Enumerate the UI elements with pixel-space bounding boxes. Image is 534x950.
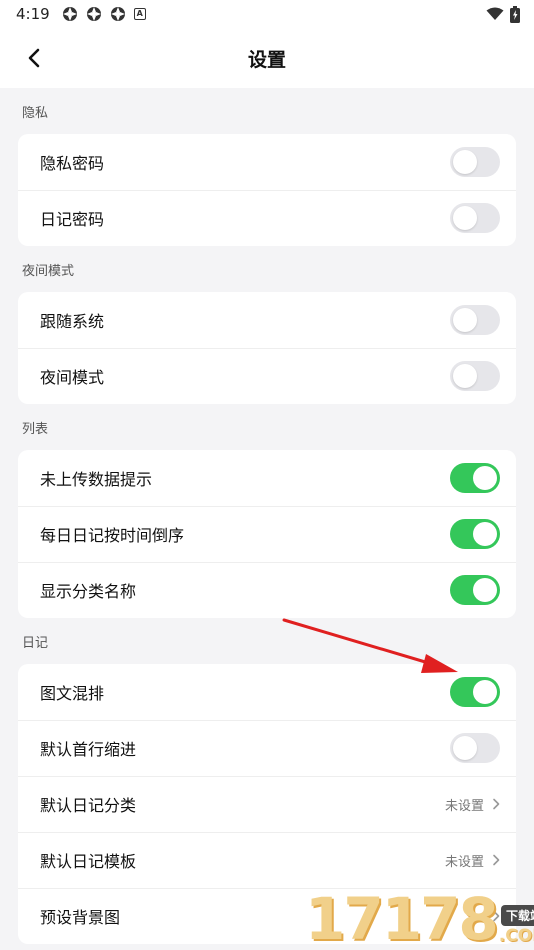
follow-system-toggle[interactable] (450, 305, 500, 335)
unsynced-hint-toggle[interactable] (450, 463, 500, 493)
setting-label: 每日日记按时间倒序 (40, 526, 185, 545)
app-header: 设置 (0, 28, 534, 88)
section-title-privacy: 隐私 (22, 105, 49, 121)
status-bar-right (486, 5, 520, 23)
setting-label: 日记密码 (40, 210, 105, 229)
watermark-domain: .COM (498, 926, 534, 946)
watermark-right: 下载站 .COM (499, 905, 534, 946)
first-line-indent-toggle[interactable] (450, 733, 500, 763)
toggle-knob (473, 522, 497, 546)
setting-label: 夜间模式 (40, 368, 105, 387)
setting-label: 隐私密码 (40, 154, 105, 173)
app-notification-icon (86, 7, 101, 21)
a-icon: A (133, 8, 146, 20)
toggle-knob (453, 206, 477, 230)
setting-row-first-line-indent: 默认首行缩进 (18, 720, 516, 776)
setting-row-show-category: 显示分类名称 (18, 562, 516, 618)
toggle-knob (473, 578, 497, 602)
card-night: 跟随系统 夜间模式 (18, 292, 516, 404)
setting-label: 显示分类名称 (40, 582, 137, 601)
toggle-knob (473, 466, 497, 490)
toggle-knob (453, 150, 477, 174)
chevron-left-icon (28, 48, 40, 68)
setting-row-reverse-order: 每日日记按时间倒序 (18, 506, 516, 562)
default-category-value[interactable]: 未设置 (445, 795, 500, 814)
chevron-right-icon (493, 798, 500, 810)
status-time: 4:19 (16, 5, 50, 23)
setting-row-default-category[interactable]: 默认日记分类 未设置 (18, 776, 516, 832)
setting-label: 默认日记分类 (40, 796, 137, 815)
setting-row-night-mode: 夜间模式 (18, 348, 516, 404)
diary-password-toggle[interactable] (450, 203, 500, 233)
setting-row-privacy-password: 隐私密码 (18, 134, 516, 190)
app-notification-icon (110, 7, 125, 21)
setting-value: 未设置 (444, 798, 484, 814)
setting-row-mixed-layout: 图文混排 (18, 664, 516, 720)
status-bar: 4:19 A (0, 0, 534, 28)
status-bar-left: 4:19 A (16, 5, 146, 23)
back-button[interactable] (20, 44, 48, 72)
setting-label: 默认日记模板 (40, 852, 137, 871)
toggle-knob (473, 680, 497, 704)
chevron-right-icon (493, 854, 500, 866)
toggle-knob (453, 308, 477, 332)
setting-label: 图文混排 (40, 684, 105, 703)
show-category-toggle[interactable] (450, 575, 500, 605)
watermark-logo: 17178 下载站 .COM (305, 884, 534, 950)
battery-icon (510, 5, 520, 23)
page-title: 设置 (247, 48, 286, 71)
app-notification-icon (62, 7, 77, 21)
setting-value: 未设置 (444, 854, 484, 870)
watermark-tag: 下载站 (500, 905, 534, 926)
toggle-knob (453, 364, 477, 388)
setting-label: 预设背景图 (40, 908, 121, 927)
watermark-number: 17178 (305, 885, 499, 950)
setting-row-diary-password: 日记密码 (18, 190, 516, 246)
setting-label: 未上传数据提示 (40, 470, 153, 489)
card-list: 未上传数据提示 每日日记按时间倒序 显示分类名称 (18, 450, 516, 618)
setting-label: 跟随系统 (40, 312, 105, 331)
wifi-icon (486, 7, 504, 20)
section-title-diary: 日记 (22, 635, 49, 651)
card-privacy: 隐私密码 日记密码 (18, 134, 516, 246)
reverse-order-toggle[interactable] (450, 519, 500, 549)
toggle-knob (453, 736, 477, 760)
privacy-password-toggle[interactable] (450, 147, 500, 177)
night-mode-toggle[interactable] (450, 361, 500, 391)
section-title-night: 夜间模式 (22, 263, 75, 279)
mixed-layout-toggle[interactable] (450, 677, 500, 707)
setting-row-unsynced-hint: 未上传数据提示 (18, 450, 516, 506)
section-title-list: 列表 (22, 421, 49, 437)
setting-row-default-template[interactable]: 默认日记模板 未设置 (18, 832, 516, 888)
default-template-value[interactable]: 未设置 (445, 851, 500, 870)
setting-label: 默认首行缩进 (40, 740, 137, 759)
setting-row-follow-system: 跟随系统 (18, 292, 516, 348)
settings-content: 隐私 隐私密码 日记密码 夜间模式 跟随系统 夜间模式 列表 未上传数据提示 每… (0, 88, 534, 944)
